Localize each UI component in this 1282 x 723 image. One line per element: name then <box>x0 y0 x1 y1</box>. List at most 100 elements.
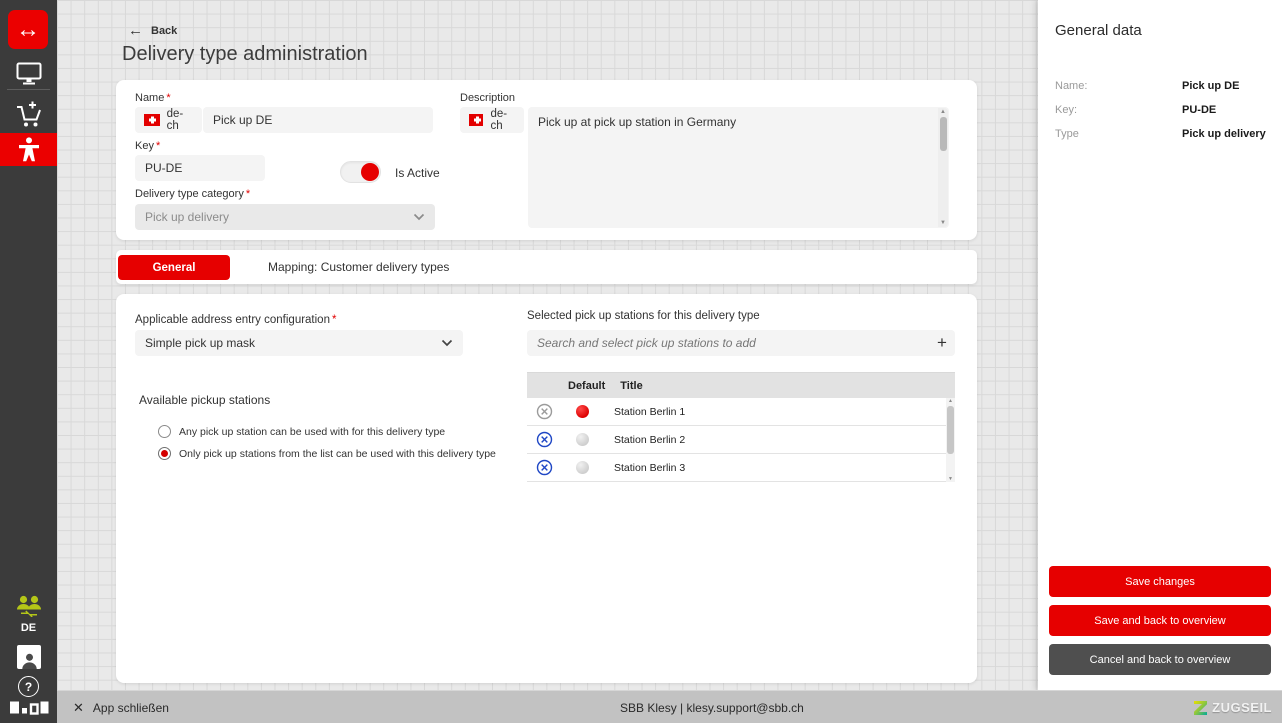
summary-name-value: Pick up DE <box>1182 80 1239 92</box>
default-selected-dot[interactable] <box>576 405 589 418</box>
sbb-logo-icon[interactable]: ↔ <box>8 10 48 49</box>
name-label: Name* <box>135 92 171 104</box>
address-config-label: Applicable address entry configuration* <box>135 314 336 326</box>
save-and-back-button[interactable]: Save and back to overview <box>1049 605 1271 636</box>
key-input[interactable] <box>135 155 265 181</box>
table-row-station-2[interactable]: Station Berlin 2 <box>527 426 955 454</box>
scroll-down-icon[interactable]: ▼ <box>946 476 955 482</box>
station-title: Station Berlin 2 <box>614 434 685 446</box>
user-avatar-icon[interactable] <box>17 645 41 669</box>
radio-only-list-stations[interactable]: Only pick up stations from the list can … <box>158 447 496 460</box>
required-mark: * <box>166 92 170 104</box>
table-row-station-1[interactable]: Station Berlin 1 <box>527 398 955 426</box>
required-mark: * <box>332 314 336 326</box>
summary-key-value: PU-DE <box>1182 104 1216 116</box>
summary-title: General data <box>1055 22 1142 39</box>
stations-table: Default Title Station Berlin 1 Station B… <box>527 372 955 482</box>
scrollbar-thumb[interactable] <box>940 117 947 151</box>
zugseil-brand-label: ZUGSEIL <box>1212 700 1272 715</box>
radio-circle-selected[interactable] <box>158 447 171 460</box>
language-badge-label: de-ch <box>490 108 515 132</box>
back-button[interactable]: ← Back <box>128 22 177 39</box>
tab-general[interactable]: General <box>118 255 230 280</box>
tab-mapping-customer-delivery-types[interactable]: Mapping: Customer delivery types <box>268 250 449 284</box>
is-active-toggle[interactable] <box>340 161 381 183</box>
station-title: Station Berlin 3 <box>614 462 685 474</box>
users-exchange-icon[interactable] <box>0 595 57 617</box>
sbb-arrows-glyph: ↔ <box>16 16 40 44</box>
summary-type-row: Type Pick up delivery <box>1055 128 1267 140</box>
required-mark: * <box>156 140 160 152</box>
category-select[interactable]: Pick up delivery <box>135 204 435 230</box>
column-header-title: Title <box>620 380 642 392</box>
table-scrollbar[interactable]: ▲ ▼ <box>946 398 955 482</box>
description-language-badge: de-ch <box>460 107 524 133</box>
summary-panel: General data Name: Pick up DE Key: PU-DE… <box>1038 0 1282 690</box>
cancel-and-back-button[interactable]: Cancel and back to overview <box>1049 644 1271 675</box>
remove-station-icon[interactable] <box>536 431 553 448</box>
swiss-flag-icon <box>144 114 160 126</box>
back-label: Back <box>151 25 177 37</box>
description-scrollbar[interactable]: ▲ ▼ <box>938 108 948 227</box>
category-select-value: Pick up delivery <box>145 210 229 224</box>
selected-stations-label: Selected pick up stations for this deliv… <box>527 310 760 322</box>
sidebar-divider <box>7 89 50 90</box>
default-unselected-dot[interactable] <box>576 433 589 446</box>
cart-plus-icon[interactable] <box>0 100 57 129</box>
key-label: Key* <box>135 140 160 152</box>
add-station-button[interactable]: + <box>929 330 955 356</box>
close-icon: ✕ <box>73 700 84 716</box>
scroll-down-icon[interactable]: ▼ <box>938 220 948 226</box>
monitor-icon[interactable] <box>0 62 57 85</box>
scroll-up-icon[interactable]: ▲ <box>946 398 955 404</box>
accessibility-nav-item-active[interactable] <box>0 133 57 166</box>
address-config-value: Simple pick up mask <box>145 336 255 350</box>
default-unselected-dot[interactable] <box>576 461 589 474</box>
radio-circle-unselected[interactable] <box>158 425 171 438</box>
remove-station-icon[interactable] <box>536 459 553 476</box>
summary-type-value: Pick up delivery <box>1182 128 1266 140</box>
summary-key-label: Key: <box>1055 104 1077 116</box>
radio-only-label: Only pick up stations from the list can … <box>179 448 496 460</box>
scrollbar-thumb[interactable] <box>947 406 954 454</box>
blocks-logo-icon <box>0 700 57 715</box>
address-config-select[interactable]: Simple pick up mask <box>135 330 463 356</box>
language-indicator[interactable]: DE <box>0 622 57 634</box>
footer-bar: ✕ App schließen SBB Klesy | klesy.suppor… <box>57 690 1282 723</box>
required-mark: * <box>246 188 250 200</box>
back-arrow-icon: ← <box>128 22 143 39</box>
summary-name-row: Name: Pick up DE <box>1055 80 1267 92</box>
app-window: ↔ DE ? ← Back Delivery type administrati… <box>0 0 1282 723</box>
scroll-up-icon[interactable]: ▲ <box>938 109 948 115</box>
radio-any-station[interactable]: Any pick up station can be used with for… <box>158 425 445 438</box>
station-search-input[interactable] <box>527 330 929 356</box>
language-badge-label: de-ch <box>167 108 193 132</box>
close-app-button[interactable]: ✕ App schließen <box>73 691 169 723</box>
name-input[interactable] <box>203 107 433 133</box>
close-app-label: App schließen <box>93 701 169 715</box>
support-text: SBB Klesy | klesy.support@sbb.ch <box>620 691 804 723</box>
help-icon[interactable]: ? <box>18 676 39 697</box>
delivery-type-form-card: Name* de-ch Description de-ch Pick up at… <box>116 80 977 240</box>
description-textarea[interactable]: Pick up at pick up station in Germany ▲ … <box>528 107 949 228</box>
radio-any-label: Any pick up station can be used with for… <box>179 426 445 438</box>
swiss-flag-icon <box>469 114 483 126</box>
page-title: Delivery type administration <box>122 43 368 66</box>
is-active-label: Is Active <box>395 166 440 180</box>
stations-table-header: Default Title <box>527 373 955 398</box>
chevron-down-icon <box>441 339 453 347</box>
key-field-wrap <box>135 155 265 181</box>
tab-bar: General Mapping: Customer delivery types <box>116 250 977 284</box>
name-language-badge: de-ch <box>135 107 202 133</box>
toggle-knob <box>361 163 379 181</box>
description-label: Description <box>460 92 515 104</box>
save-changes-button[interactable]: Save changes <box>1049 566 1271 597</box>
name-field-wrap <box>203 107 433 133</box>
table-row-station-3[interactable]: Station Berlin 3 <box>527 454 955 482</box>
zugseil-z-icon <box>1193 700 1208 716</box>
chevron-down-icon <box>413 213 425 221</box>
help-glyph: ? <box>25 680 32 694</box>
category-label: Delivery type category* <box>135 188 250 200</box>
station-title: Station Berlin 1 <box>614 406 685 418</box>
station-search-wrap: + <box>527 330 955 356</box>
